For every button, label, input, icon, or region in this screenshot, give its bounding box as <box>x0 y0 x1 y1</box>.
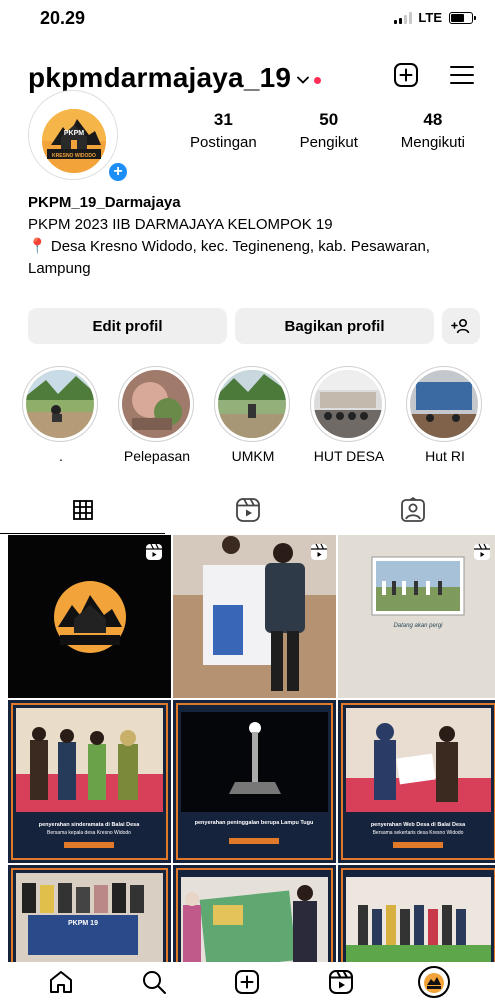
highlight-cover-image <box>410 370 478 438</box>
post-subcaption: Bersama kepala desa Kresno Widodo <box>47 830 131 836</box>
profile-header: pkpmdarmajaya_19 <box>28 58 475 98</box>
nav-search[interactable] <box>129 962 179 1002</box>
bio-line: PKPM 2023 IIB DARMAJAYA KELOMPOK 19 <box>28 216 333 233</box>
highlight-item[interactable]: Pelepasan <box>118 366 196 464</box>
highlight-item[interactable]: . <box>22 366 100 464</box>
post-image: penyerahan sinderamata di Balai Desa Ber… <box>8 700 171 863</box>
profile-avatar-icon <box>418 966 451 998</box>
account-username[interactable]: pkpmdarmajaya_19 <box>28 62 291 94</box>
post-thumbnail[interactable]: penyerahan sinderamata di Balai Desa Ber… <box>8 700 171 863</box>
stat-posts[interactable]: 31 Postingan <box>190 110 257 151</box>
post-image: penyerahan Web Desa di Balai Desa Bersam… <box>338 700 495 863</box>
nav-home[interactable] <box>36 962 86 1002</box>
posts-grid: Datang akan pergi penyerahan sinderamata… <box>8 535 495 1005</box>
stat-value: 48 <box>423 110 443 129</box>
stat-label: Mengikuti <box>400 134 465 151</box>
highlight-cover-image <box>218 370 286 438</box>
nav-profile[interactable] <box>409 962 459 1002</box>
stat-value: 50 <box>319 110 339 129</box>
stat-followers[interactable]: 50 Pengikut <box>300 110 358 151</box>
stat-value: 31 <box>213 110 233 129</box>
status-bar: 20.29 LTE <box>0 0 495 40</box>
story-highlights: . Pelepasan UMKM HUT DESA Hut RI <box>22 366 495 464</box>
post-thumbnail[interactable]: penyerahan peninggalan berupa Lampu Tugu <box>173 700 336 863</box>
home-icon <box>49 971 72 993</box>
search-icon <box>143 971 167 994</box>
highlight-label: Pelepasan <box>123 448 191 464</box>
status-time: 20.29 <box>40 8 86 28</box>
grid-icon <box>72 500 93 520</box>
create-button[interactable] <box>393 62 419 88</box>
bio-location: 📍 Desa Kresno Widodo, kec. Tegineneng, k… <box>28 236 485 280</box>
stat-following[interactable]: 48 Mengikuti <box>401 110 465 151</box>
edit-profile-button[interactable]: Edit profil <box>28 308 227 344</box>
battery-icon <box>449 11 476 24</box>
reel-badge-icon <box>311 543 327 560</box>
post-thumbnail[interactable]: Datang akan pergi <box>338 535 495 698</box>
reels-icon <box>235 498 260 522</box>
highlight-label: . <box>59 448 63 464</box>
plus-square-icon <box>235 970 260 994</box>
logo-bottom-text: KRESNO WIDODO <box>52 153 96 159</box>
add-person-icon <box>451 318 470 334</box>
hamburger-menu-icon <box>450 66 474 84</box>
bottom-navigation <box>0 962 495 1005</box>
highlight-cover-image <box>26 370 94 438</box>
nav-create[interactable] <box>222 962 272 1002</box>
network-type: LTE <box>418 10 442 25</box>
profile-tabs <box>0 490 495 534</box>
notification-dot <box>314 76 322 84</box>
post-caption: penyerahan sinderamata di Balai Desa <box>39 822 141 828</box>
tab-reels[interactable] <box>165 490 330 530</box>
highlight-label: HUT DESA <box>313 448 385 464</box>
highlight-item[interactable]: HUT DESA <box>310 366 388 464</box>
highlight-cover-image <box>122 370 190 438</box>
profile-bio: PKPM_19_Darmajaya PKPM 2023 IIB DARMAJAY… <box>28 192 485 280</box>
nav-reels[interactable] <box>316 962 366 1002</box>
tab-posts-grid[interactable] <box>0 490 165 534</box>
profile-avatar-container: KRESNO WIDODO PKPM + <box>28 90 130 184</box>
share-profile-button[interactable]: Bagikan profil <box>235 308 434 344</box>
highlight-label: UMKM <box>231 448 275 464</box>
post-thumbnail[interactable]: penyerahan Web Desa di Balai Desa Bersam… <box>338 700 495 863</box>
reel-badge-icon <box>146 543 162 560</box>
plus-square-icon <box>394 63 418 87</box>
stat-label: Pengikut <box>299 134 358 151</box>
status-indicators: LTE <box>394 10 476 25</box>
signal-icon <box>394 11 413 24</box>
chevron-down-icon[interactable] <box>297 76 310 84</box>
post-caption: Datang akan pergi <box>393 623 443 629</box>
highlight-label: Hut RI <box>425 448 465 464</box>
post-caption: penyerahan Web Desa di Balai Desa <box>371 822 466 828</box>
stat-label: Postingan <box>190 134 257 151</box>
menu-button[interactable] <box>449 64 475 86</box>
bio-location-text: Desa Kresno Widodo, kec. Tegineneng, kab… <box>28 238 430 277</box>
tagged-person-icon <box>400 497 425 522</box>
highlight-cover-image <box>314 370 382 438</box>
post-caption: penyerahan peninggalan berupa Lampu Tugu <box>195 820 314 826</box>
tab-tagged[interactable] <box>330 490 495 530</box>
avatar-logo-image: KRESNO WIDODO PKPM <box>29 91 117 179</box>
plus-icon: + <box>113 163 123 180</box>
reel-badge-icon <box>474 543 490 560</box>
avatar[interactable]: KRESNO WIDODO PKPM <box>28 90 118 180</box>
highlight-item[interactable]: UMKM <box>214 366 292 464</box>
logo-top-text: PKPM <box>64 130 84 137</box>
display-name: PKPM_19_Darmajaya <box>28 194 181 211</box>
profile-stats: 31 Postingan 50 Pengikut 48 Mengikuti <box>190 110 465 151</box>
add-story-button[interactable]: + <box>106 160 130 184</box>
reels-icon <box>328 970 353 994</box>
post-image: Datang akan pergi <box>338 535 495 698</box>
post-image: penyerahan peninggalan berupa Lampu Tugu <box>173 700 336 863</box>
post-thumbnail[interactable] <box>173 535 336 698</box>
post-thumbnail[interactable] <box>8 535 171 698</box>
discover-people-button[interactable] <box>442 308 480 344</box>
post-banner-text: PKPM 19 <box>68 920 98 927</box>
post-subcaption: Bersama sekertaris desa Kresno Widodo <box>373 830 464 836</box>
highlight-item[interactable]: Hut RI <box>406 366 484 464</box>
pin-icon: 📍 <box>28 238 47 255</box>
profile-actions: Edit profil Bagikan profil <box>28 308 480 344</box>
